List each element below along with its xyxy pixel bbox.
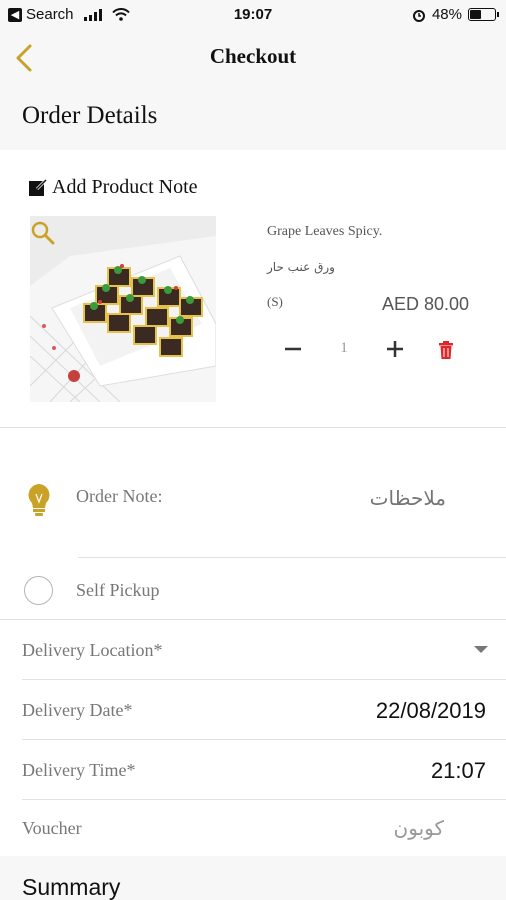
- order-note-input[interactable]: [300, 486, 446, 510]
- nav-bar: Checkout: [0, 32, 506, 84]
- product-image[interactable]: [30, 216, 216, 402]
- delivery-location-label: Delivery Location*: [22, 640, 163, 660]
- voucher-input[interactable]: كوبون: [294, 816, 444, 840]
- self-pickup-radio[interactable]: [24, 576, 53, 605]
- dropdown-arrow-icon[interactable]: [474, 646, 488, 653]
- delivery-date-field[interactable]: Delivery Date* 22/08/2019: [0, 680, 506, 740]
- quantity-value: 1: [340, 340, 348, 356]
- battery-percent: 48%: [431, 6, 462, 23]
- delivery-location-select[interactable]: Delivery Location*: [0, 620, 506, 680]
- increase-quantity-button[interactable]: [384, 338, 406, 360]
- status-bar: ◀ Search 19:07 48%: [0, 0, 506, 32]
- zoom-icon[interactable]: [30, 220, 56, 246]
- add-product-note-button[interactable]: Add Product Note: [28, 176, 198, 199]
- voucher-row: Voucher كوبون: [0, 798, 506, 858]
- order-note-divider: [78, 557, 506, 558]
- product-photo: [30, 216, 216, 402]
- order-note-row: Order Note:: [0, 428, 506, 558]
- summary-header: Summary: [0, 856, 506, 900]
- delete-item-icon[interactable]: [438, 341, 454, 359]
- battery-level: [470, 10, 482, 19]
- product-size: (S): [267, 294, 283, 309]
- summary-heading: Summary: [22, 874, 121, 900]
- order-note-label: Order Note:: [76, 486, 163, 506]
- add-product-note-label: Add Product Note: [52, 176, 198, 198]
- edit-note-icon: [29, 178, 48, 196]
- product-name: Grape Leaves Spicy.: [267, 224, 383, 239]
- delivery-date-value[interactable]: 22/08/2019: [376, 698, 486, 724]
- voucher-label: Voucher: [22, 818, 82, 838]
- delivery-time-label: Delivery Time*: [22, 760, 136, 780]
- order-details-heading: Order Details: [22, 102, 158, 129]
- page-title: Checkout: [209, 44, 297, 68]
- battery-icon: [468, 8, 499, 21]
- product-name-arabic: ورق عنب حار: [267, 260, 335, 274]
- delivery-date-label: Delivery Date*: [22, 700, 133, 720]
- self-pickup-label: Self Pickup: [76, 580, 160, 600]
- decrease-quantity-button[interactable]: [282, 338, 304, 360]
- self-pickup-row[interactable]: Self Pickup: [0, 560, 506, 620]
- status-right: 48%: [412, 6, 499, 23]
- product-card: Add Product Note Grape Leaves Spicy. ورق…: [0, 150, 506, 428]
- lightbulb-icon: [28, 484, 50, 516]
- delivery-time-value[interactable]: 21:07: [431, 758, 486, 784]
- alarm-icon: [412, 9, 425, 22]
- order-details-header: Order Details: [0, 84, 506, 150]
- product-price: AED 80.00: [381, 294, 469, 314]
- delivery-time-field[interactable]: Delivery Time* 21:07: [0, 740, 506, 800]
